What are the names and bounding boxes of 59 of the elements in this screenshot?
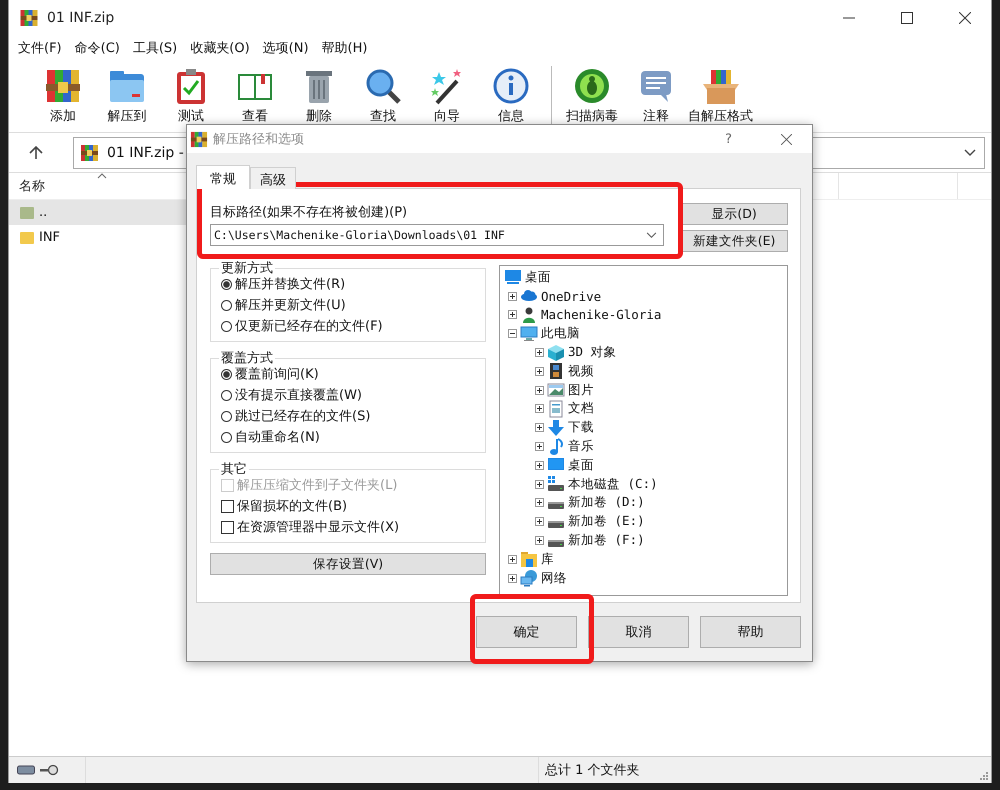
tree-item[interactable]: 视频 (568, 362, 594, 380)
dialog-button[interactable]: 取消 (588, 616, 689, 648)
window-title: 01 INF.zip (47, 10, 114, 26)
tree-item[interactable]: 桌面 (525, 268, 551, 286)
menu-item[interactable]: 帮助(H) (322, 37, 368, 59)
tree-item[interactable]: 3D 对象 (568, 344, 617, 362)
tab[interactable]: 常规 (196, 165, 250, 189)
toolbar-button[interactable]: 向导 (415, 64, 479, 127)
option-label: 跳过已经存在的文件(S) (235, 408, 370, 425)
option-label: 自动重命名(N) (235, 429, 320, 446)
tab[interactable]: 高级 (250, 167, 296, 189)
tree-item[interactable]: 文档 (568, 400, 594, 418)
dialog-button[interactable]: 确定 (476, 616, 577, 648)
dialog-title: 解压路径和选项 (213, 131, 304, 148)
tree-item[interactable]: 新加卷 (D:) (568, 494, 645, 512)
dialog-button[interactable]: 帮助 (700, 616, 801, 648)
address-text: 01 INF.zip - (107, 144, 184, 160)
save-settings-button[interactable]: 保存设置(V) (210, 553, 486, 575)
toolbar-button[interactable]: 自解压格式 (688, 64, 753, 127)
option-label: 保留损坏的文件(B) (237, 498, 348, 515)
tree-item[interactable]: 音乐 (568, 438, 594, 456)
menu-item[interactable]: 文件(F) (18, 37, 62, 59)
tree-item[interactable]: OneDrive (541, 288, 602, 304)
menu-item[interactable]: 命令(C) (74, 37, 120, 59)
help-button[interactable]: ? (721, 132, 736, 146)
dialog-button[interactable]: 显示(D) (680, 203, 788, 225)
toolbar-button[interactable]: 添加 (31, 64, 95, 127)
file-name: INF (39, 230, 60, 245)
tree-item[interactable]: 下载 (568, 419, 594, 436)
status-text: 总计 1 个文件夹 (538, 757, 640, 783)
path-field[interactable]: C:\Users\Machenike-Gloria\Downloads\01 INF (210, 224, 664, 246)
tree-item[interactable]: 本地磁盘 (C:) (568, 476, 658, 493)
file-name: .. (39, 205, 48, 220)
menu-item[interactable]: 选项(N) (262, 37, 309, 59)
option-label: 在资源管理器中显示文件(X) (237, 519, 400, 536)
option-label: 解压并更新文件(U) (235, 297, 346, 314)
option-label: 覆盖前询问(K) (235, 366, 319, 383)
tree-item[interactable]: Machenike-Gloria (541, 307, 662, 322)
toolbar-button[interactable]: 信息 (479, 64, 543, 127)
path-value: C:\Users\Machenike-Gloria\Downloads\01 INF (214, 228, 505, 242)
tree-item[interactable]: 新加卷 (F:) (568, 532, 645, 550)
tree-item[interactable]: 新加卷 (E:) (568, 513, 645, 530)
toolbar-button[interactable]: 解压到 (95, 64, 159, 127)
group-title: 覆盖方式 (219, 349, 275, 367)
group-title: 其它 (219, 460, 249, 478)
menu-item[interactable]: 工具(S) (132, 37, 178, 59)
menu-item[interactable]: 收藏夹(O) (190, 37, 250, 59)
option-label: 没有提示直接覆盖(W) (235, 387, 362, 404)
option-label: 仅更新已经存在的文件(F) (235, 318, 383, 335)
option-label: 解压并替换文件(R) (235, 276, 346, 293)
tree-item[interactable]: 库 (541, 550, 554, 568)
dialog-button[interactable]: 新建文件夹(E) (680, 230, 788, 252)
tree-item[interactable]: 网络 (541, 570, 567, 587)
group-title: 更新方式 (219, 259, 275, 277)
toolbar-button[interactable]: 查找 (351, 64, 415, 127)
tree-item[interactable]: 此电脑 (541, 325, 580, 342)
tree-item[interactable]: 图片 (568, 382, 594, 399)
option-label: 解压压缩文件到子文件夹(L) (237, 477, 398, 494)
tree-item[interactable]: 桌面 (568, 456, 594, 474)
